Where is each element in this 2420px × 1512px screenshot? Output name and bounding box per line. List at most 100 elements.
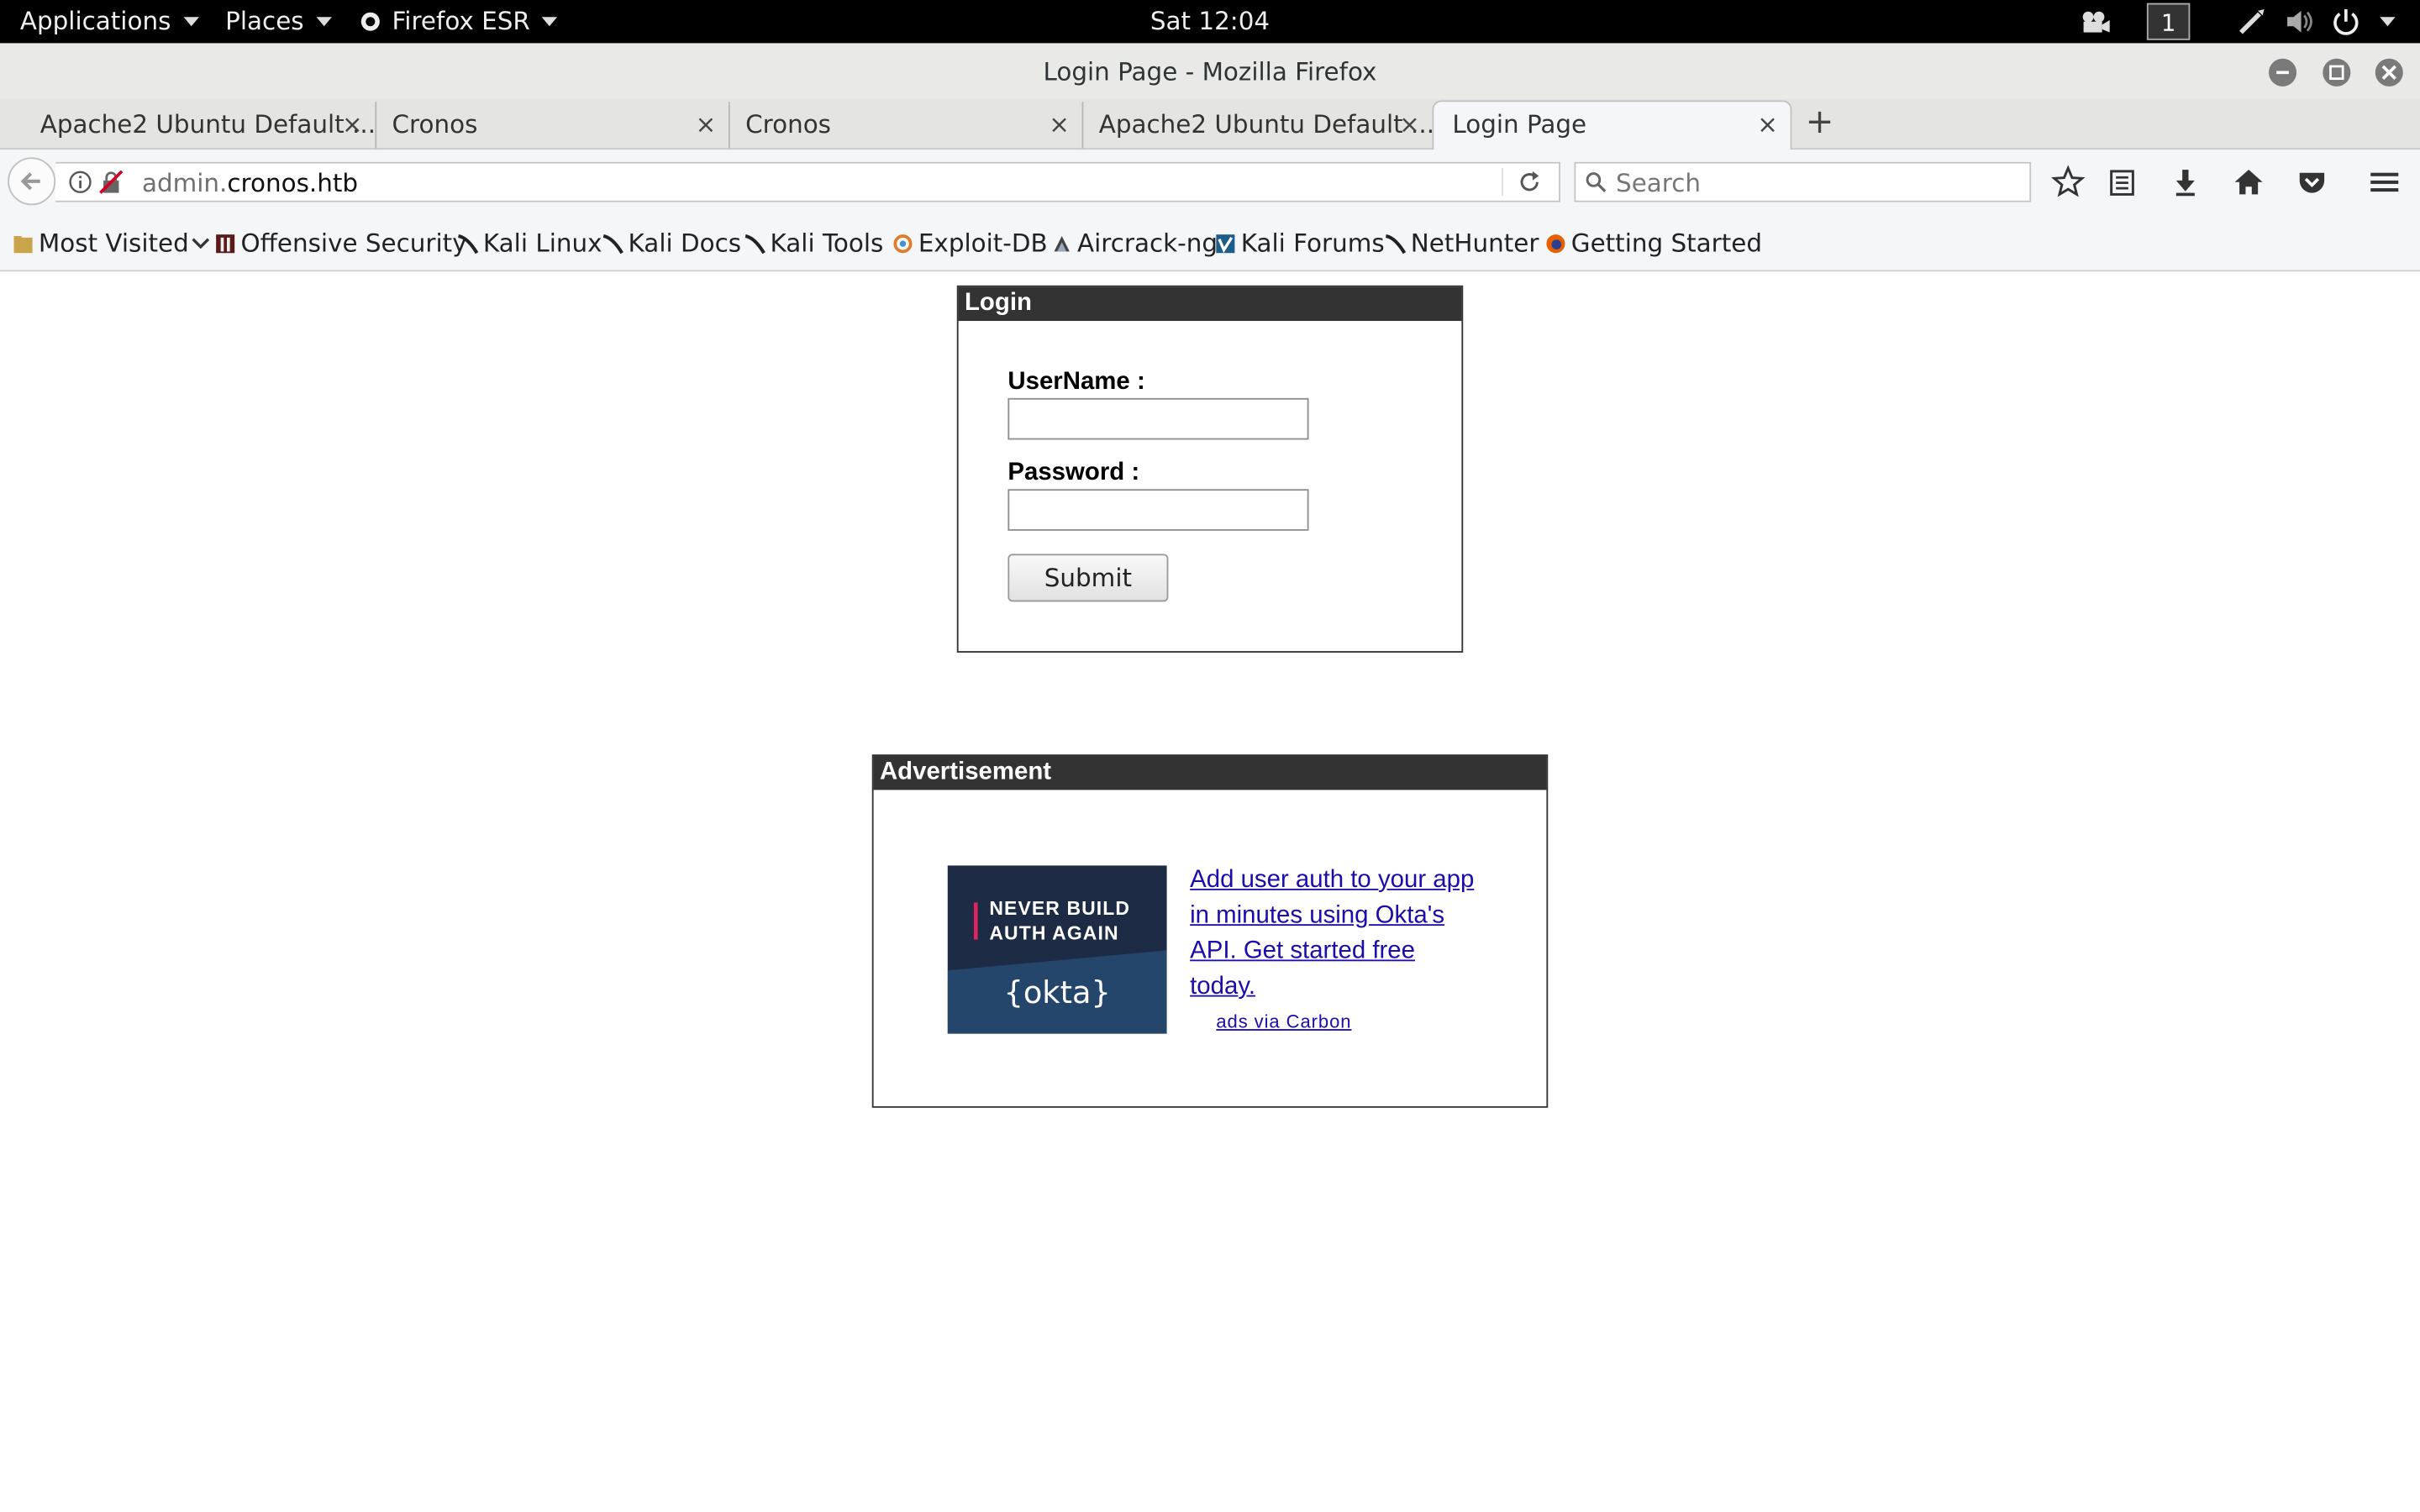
tab-strip: Apache2 Ubuntu Default ... × Cronos × Cr… [0, 98, 2420, 150]
applications-menu[interactable]: Applications [20, 6, 199, 35]
password-label: Password : [1007, 459, 1140, 486]
places-menu[interactable]: Places [225, 6, 332, 35]
bookmark-label: Kali Forums [1240, 228, 1385, 258]
tab-close-icon[interactable]: × [696, 102, 717, 148]
bookmark-kali-forums[interactable]: Kali Forums [1215, 228, 1385, 258]
close-icon [2381, 65, 2396, 80]
bookmark-most-visited[interactable]: Most Visited [13, 228, 211, 258]
kali-dragon-icon [744, 234, 765, 254]
bookmark-label: Most Visited [38, 228, 189, 258]
bookmark-label: Exploit-DB [918, 228, 1048, 258]
tab[interactable]: Apache2 Ubuntu Default ... × [0, 102, 377, 149]
bookmark-label: Aircrack-ng [1077, 228, 1218, 258]
advertisement-header: Advertisement [873, 756, 1547, 790]
bookmark-nethunter[interactable]: NetHunter [1385, 228, 1539, 258]
ads-via-carbon-link[interactable]: ads via Carbon [1216, 1011, 1351, 1032]
aircrack-icon [1054, 235, 1070, 251]
username-input[interactable] [1007, 397, 1309, 440]
info-icon[interactable] [68, 170, 92, 194]
close-window-button[interactable] [2375, 58, 2403, 87]
bookmark-star-icon[interactable] [2051, 165, 2086, 199]
app-menu-label: Firefox ESR [392, 6, 530, 36]
bookmark-kali-tools[interactable]: Kali Tools [744, 228, 883, 258]
download-icon[interactable] [2169, 165, 2202, 199]
chevron-down-icon [192, 237, 210, 249]
password-input[interactable] [1007, 489, 1309, 531]
bookmark-label: Kali Docs [628, 228, 742, 258]
minimize-icon [2276, 71, 2289, 75]
ad-image-line1: NEVER BUILD [989, 897, 1131, 920]
maximize-button[interactable] [2323, 58, 2351, 87]
ad-link[interactable]: Add user auth to your app in minutes usi… [1190, 863, 1483, 1005]
back-arrow-icon [20, 172, 40, 191]
search-bar[interactable]: Search [1574, 161, 2032, 202]
url-bar-divider [1502, 168, 1503, 197]
tab-close-icon[interactable]: × [1757, 102, 1778, 148]
kali-dragon-icon [602, 234, 623, 254]
app-menu[interactable]: Firefox ESR [360, 6, 558, 36]
bookmark-label: NetHunter [1410, 228, 1539, 258]
insecure-lock-icon[interactable] [99, 170, 124, 194]
library-icon[interactable] [2105, 165, 2139, 199]
bookmark-exploit-db[interactable]: Exploit-DB [892, 228, 1048, 258]
back-button[interactable] [8, 157, 56, 206]
bookmarks-toolbar: Most Visited Offensive Security Kali Lin… [0, 216, 2420, 272]
tab-close-icon[interactable]: × [1399, 102, 1420, 148]
tab-label: Apache2 Ubuntu Default ... [39, 109, 376, 139]
tab-close-icon[interactable]: × [1049, 102, 1070, 148]
bookmark-kali-linux[interactable]: Kali Linux [457, 228, 602, 258]
bookmark-kali-docs[interactable]: Kali Docs [602, 228, 741, 258]
bookmark-label: Kali Tools [770, 228, 884, 258]
kali-dragon-icon [1385, 234, 1407, 254]
power-icon[interactable] [2332, 8, 2360, 35]
window-title-bar: Login Page - Mozilla Firefox [0, 43, 2420, 99]
bookmark-label: Getting Started [1570, 228, 1763, 258]
url-bar[interactable]: admin.cronos.htb [55, 161, 1560, 202]
url-domain: cronos.htb [227, 168, 359, 198]
submit-button[interactable]: Submit [1007, 554, 1169, 602]
tab[interactable]: Cronos × [376, 102, 730, 149]
tab-label: Cronos [745, 109, 831, 139]
video-camera-icon[interactable] [2079, 9, 2110, 34]
exploit-db-icon [893, 234, 913, 253]
places-label: Places [225, 6, 304, 36]
search-placeholder: Search [1616, 168, 1702, 198]
new-tab-button[interactable]: + [1802, 99, 1836, 149]
pen-icon[interactable] [2238, 8, 2265, 35]
chevron-down-icon [183, 16, 199, 26]
navigation-toolbar: admin.cronos.htb Search [0, 150, 2420, 217]
window-title: Login Page - Mozilla Firefox [1043, 56, 1377, 87]
workspace-indicator[interactable]: 1 [2146, 3, 2191, 40]
tab-label: Login Page [1452, 109, 1587, 139]
reload-icon[interactable] [1518, 170, 1542, 194]
kali-forums-icon [1216, 234, 1235, 253]
home-icon[interactable] [2232, 165, 2265, 199]
bookmark-getting-started[interactable]: Getting Started [1545, 228, 1762, 258]
hamburger-menu-icon[interactable] [2368, 165, 2402, 199]
chevron-down-icon [542, 16, 558, 26]
tab-close-icon[interactable]: × [342, 102, 363, 148]
system-menu-chevron-icon[interactable] [2380, 17, 2396, 27]
bookmark-label: Offensive Security [240, 228, 467, 258]
chevron-down-icon [316, 16, 332, 26]
tab[interactable]: Cronos × [730, 102, 1084, 149]
url-text[interactable]: admin.cronos.htb [142, 168, 358, 197]
username-label: UserName : [1007, 368, 1145, 396]
pocket-icon[interactable] [2295, 165, 2328, 199]
firefox-icon [1546, 234, 1565, 253]
advertisement-panel: Advertisement NEVER BUILD AUTH AGAIN {ok… [871, 754, 1549, 1108]
url-subdomain: admin. [141, 168, 228, 198]
volume-icon[interactable] [2284, 8, 2315, 35]
tab-active[interactable]: Login Page × [1432, 100, 1792, 150]
okta-ad-image[interactable]: NEVER BUILD AUTH AGAIN {okta} [947, 865, 1167, 1034]
kali-dragon-icon [458, 234, 479, 254]
tab[interactable]: Apache2 Ubuntu Default ... × [1083, 102, 1433, 148]
ad-image-line2: AUTH AGAIN [989, 922, 1119, 945]
system-top-bar: Applications Places Firefox ESR Sat 12:0… [0, 0, 2420, 44]
okta-logo: {okta} [1003, 973, 1111, 1011]
bookmark-aircrack-ng[interactable]: Aircrack-ng [1051, 228, 1218, 258]
tab-label: Apache2 Ubuntu Default ... [1098, 109, 1433, 139]
search-icon [1586, 172, 1607, 192]
bookmark-offensive-security[interactable]: Offensive Security [214, 228, 467, 258]
minimize-button[interactable] [2269, 58, 2297, 87]
